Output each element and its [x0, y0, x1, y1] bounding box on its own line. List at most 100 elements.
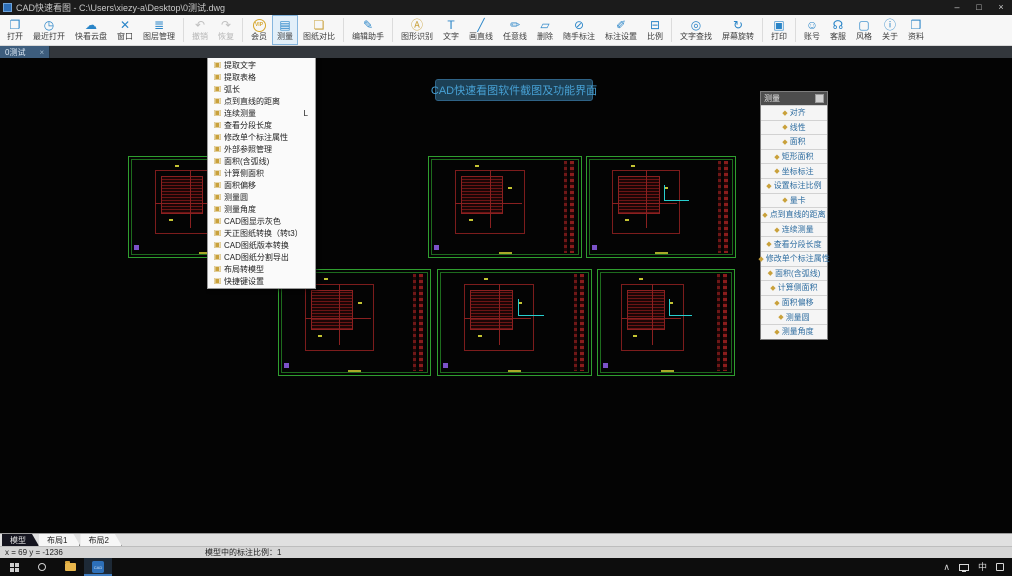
menu-item-area-with-arc[interactable]: ▣面积(含弧线): [208, 155, 315, 167]
panel-item-measure-card[interactable]: ◆量卡: [761, 193, 827, 208]
tray-expand-icon[interactable]: ∧: [943, 562, 950, 572]
toolbar-button-shape-recognition[interactable]: Ⓐ图形识别: [396, 15, 438, 45]
network-icon[interactable]: [959, 564, 969, 571]
notification-icon[interactable]: [996, 563, 1004, 571]
close-button[interactable]: ×: [990, 0, 1012, 15]
menu-item-version-convert[interactable]: ▣CAD图纸版本转换: [208, 239, 315, 251]
panel-item-area-with-arc[interactable]: ◆面积(含弧线): [761, 266, 827, 281]
plan-dimension-mark: [358, 302, 362, 304]
panel-collapse-button[interactable]: [815, 94, 824, 103]
toolbar-button-scale[interactable]: ⊟比例: [642, 15, 668, 45]
floor-plan-thumbnail[interactable]: [586, 156, 736, 258]
toolbar-button-edit-assistant[interactable]: ✎编辑助手: [347, 15, 389, 45]
document-tab[interactable]: 0测试×: [0, 46, 50, 58]
print-icon: ▣: [773, 19, 784, 32]
area-offset-icon: ◆: [774, 299, 779, 307]
menu-item-layout-to-model[interactable]: ▣布局转模型: [208, 263, 315, 275]
drawing-canvas[interactable]: CAD快速看图软件截图及功能界面 ▣提取文字▣提取表格▣弧长▣点到直线的距离▣连…: [0, 58, 1012, 533]
menu-item-area-offset[interactable]: ▣面积偏移: [208, 179, 315, 191]
panel-item-continuous-measure[interactable]: ◆连续测量: [761, 222, 827, 237]
toolbar-button-drawing-compare[interactable]: ❏图纸对比: [298, 15, 340, 45]
panel-item-align[interactable]: ◆对齐: [761, 105, 827, 120]
toolbar-button-layer-manager[interactable]: ≣图层管理: [138, 15, 180, 45]
taskbar-file-explorer-button[interactable]: [56, 558, 84, 576]
toolbar-button-style[interactable]: ▢风格: [851, 15, 877, 45]
taskbar-search-button[interactable]: [28, 558, 56, 576]
tab-close-icon[interactable]: ×: [39, 48, 44, 57]
sheet-tab-layout1[interactable]: 布局1: [39, 534, 80, 546]
annotation-scale-label: 模型中的标注比例：1: [205, 547, 281, 558]
toolbar-button-free-line[interactable]: ✏任意线: [498, 15, 532, 45]
menu-item-hotkey-settings[interactable]: ▣快捷键设置: [208, 275, 315, 287]
floor-plan-thumbnail[interactable]: [597, 269, 735, 376]
toolbar-button-text-search[interactable]: ◎文字查找: [675, 15, 717, 45]
menu-item-segment-length[interactable]: ▣查看分段长度: [208, 119, 315, 131]
plan-title-strip-outer: [413, 274, 416, 371]
taskbar-start-button[interactable]: [0, 558, 28, 576]
toolbar-button-screen-rotate[interactable]: ↻屏幕旋转: [717, 15, 759, 45]
plan-hatch: [618, 176, 659, 214]
menu-item-split-export[interactable]: ▣CAD图纸分割导出: [208, 251, 315, 263]
toolbar-button-cloud-disk[interactable]: ☁快看云盘: [70, 15, 112, 45]
panel-item-segment-length[interactable]: ◆查看分段长度: [761, 236, 827, 251]
panel-item-linear[interactable]: ◆线性: [761, 120, 827, 135]
plan-wall-line: [455, 203, 522, 204]
toolbar-button-draw-line[interactable]: ╱画直线: [464, 15, 498, 45]
plan-block-purple: [443, 363, 448, 368]
menu-item-measure-angle[interactable]: ▣测量角度: [208, 203, 315, 215]
toolbar-button-measure[interactable]: ▤测量: [272, 15, 298, 45]
menu-item-label: 测量圆: [224, 192, 312, 203]
sheet-tab-layout2[interactable]: 布局2: [80, 534, 121, 546]
toolbar-button-customer-service[interactable]: ☊客服: [825, 15, 851, 45]
annotation-settings-icon: ✐: [616, 19, 626, 32]
panel-item-measure-circle[interactable]: ◆测量圆: [761, 309, 827, 324]
panel-item-label: 测量角度: [782, 326, 814, 337]
input-method-indicator[interactable]: 中: [978, 562, 987, 572]
menu-item-continuous-measure[interactable]: ▣连续测量L: [208, 107, 315, 119]
toolbar-button-vip-member[interactable]: VIP会员: [246, 15, 272, 45]
toolbar-button-label: 屏幕旋转: [722, 32, 754, 41]
maximize-button[interactable]: □: [968, 0, 990, 15]
panel-item-set-annotation-scale[interactable]: ◆设置标注比例: [761, 178, 827, 193]
menu-item-gray-display[interactable]: ▣CAD图显示灰色: [208, 215, 315, 227]
panel-item-modify-annotation[interactable]: ◆修改单个标注属性: [761, 251, 827, 266]
panel-item-area[interactable]: ◆面积: [761, 134, 827, 149]
menu-item-measure-circle[interactable]: ▣测量圆: [208, 191, 315, 203]
toolbar-button-delete-eraser[interactable]: ▱删除: [532, 15, 558, 45]
menu-item-point-to-line-distance[interactable]: ▣点到直线的距离: [208, 95, 315, 107]
toolbar-button-account[interactable]: ☺账号: [799, 15, 825, 45]
menu-item-modify-annotation[interactable]: ▣修改单个标注属性: [208, 131, 315, 143]
panel-item-area-offset[interactable]: ◆面积偏移: [761, 295, 827, 310]
menu-item-xref-manager[interactable]: ▣外部参照管理: [208, 143, 315, 155]
toolbar-button-quick-annotation[interactable]: ⊘随手标注: [558, 15, 600, 45]
toolbar-button-docs[interactable]: ❒资料: [903, 15, 929, 45]
toolbar-button-window[interactable]: ✕窗口: [112, 15, 138, 45]
toolbar-button-print[interactable]: ▣打印: [766, 15, 792, 45]
toolbar-button-text[interactable]: T文字: [438, 15, 464, 45]
menu-item-label: 面积偏移: [224, 180, 312, 191]
toolbar-button-open-folder[interactable]: ❐打开: [2, 15, 28, 45]
menu-item-arc-length[interactable]: ▣弧长: [208, 83, 315, 95]
panel-item-side-area[interactable]: ◆计算侧面积: [761, 280, 827, 295]
toolbar-button-annotation-settings[interactable]: ✐标注设置: [600, 15, 642, 45]
panel-item-measure-angle[interactable]: ◆测量角度: [761, 324, 827, 339]
window-title: CAD快速看图 - C:\Users\xiezy-a\Desktop\0测试.d…: [16, 1, 946, 14]
floor-plan-thumbnail[interactable]: [428, 156, 582, 258]
floor-plan-thumbnail[interactable]: [437, 269, 592, 376]
sheet-tab-model[interactable]: 模型: [2, 534, 39, 546]
toolbar-button-recent-open[interactable]: ◷最近打开: [28, 15, 70, 45]
minimize-button[interactable]: –: [946, 0, 968, 15]
menu-item-extract-text[interactable]: ▣提取文字: [208, 59, 315, 71]
menu-item-tianzheng-convert[interactable]: ▣天正图纸转换（转t3）: [208, 227, 315, 239]
plan-hatch: [627, 290, 665, 330]
plan-cyan-mark: [669, 299, 692, 316]
plan-hatch: [461, 176, 504, 214]
panel-item-coordinate-annotation[interactable]: ◆坐标标注: [761, 163, 827, 178]
plan-hatch: [311, 290, 353, 330]
taskbar-cad-app-button[interactable]: CAD: [84, 558, 112, 576]
panel-item-point-to-line-distance[interactable]: ◆点到直线的距离: [761, 207, 827, 222]
menu-item-side-area[interactable]: ▣计算侧面积: [208, 167, 315, 179]
panel-item-rect-area[interactable]: ◆矩形面积: [761, 149, 827, 164]
menu-item-extract-table[interactable]: ▣提取表格: [208, 71, 315, 83]
toolbar-button-about[interactable]: ⓘ关于: [877, 15, 903, 45]
